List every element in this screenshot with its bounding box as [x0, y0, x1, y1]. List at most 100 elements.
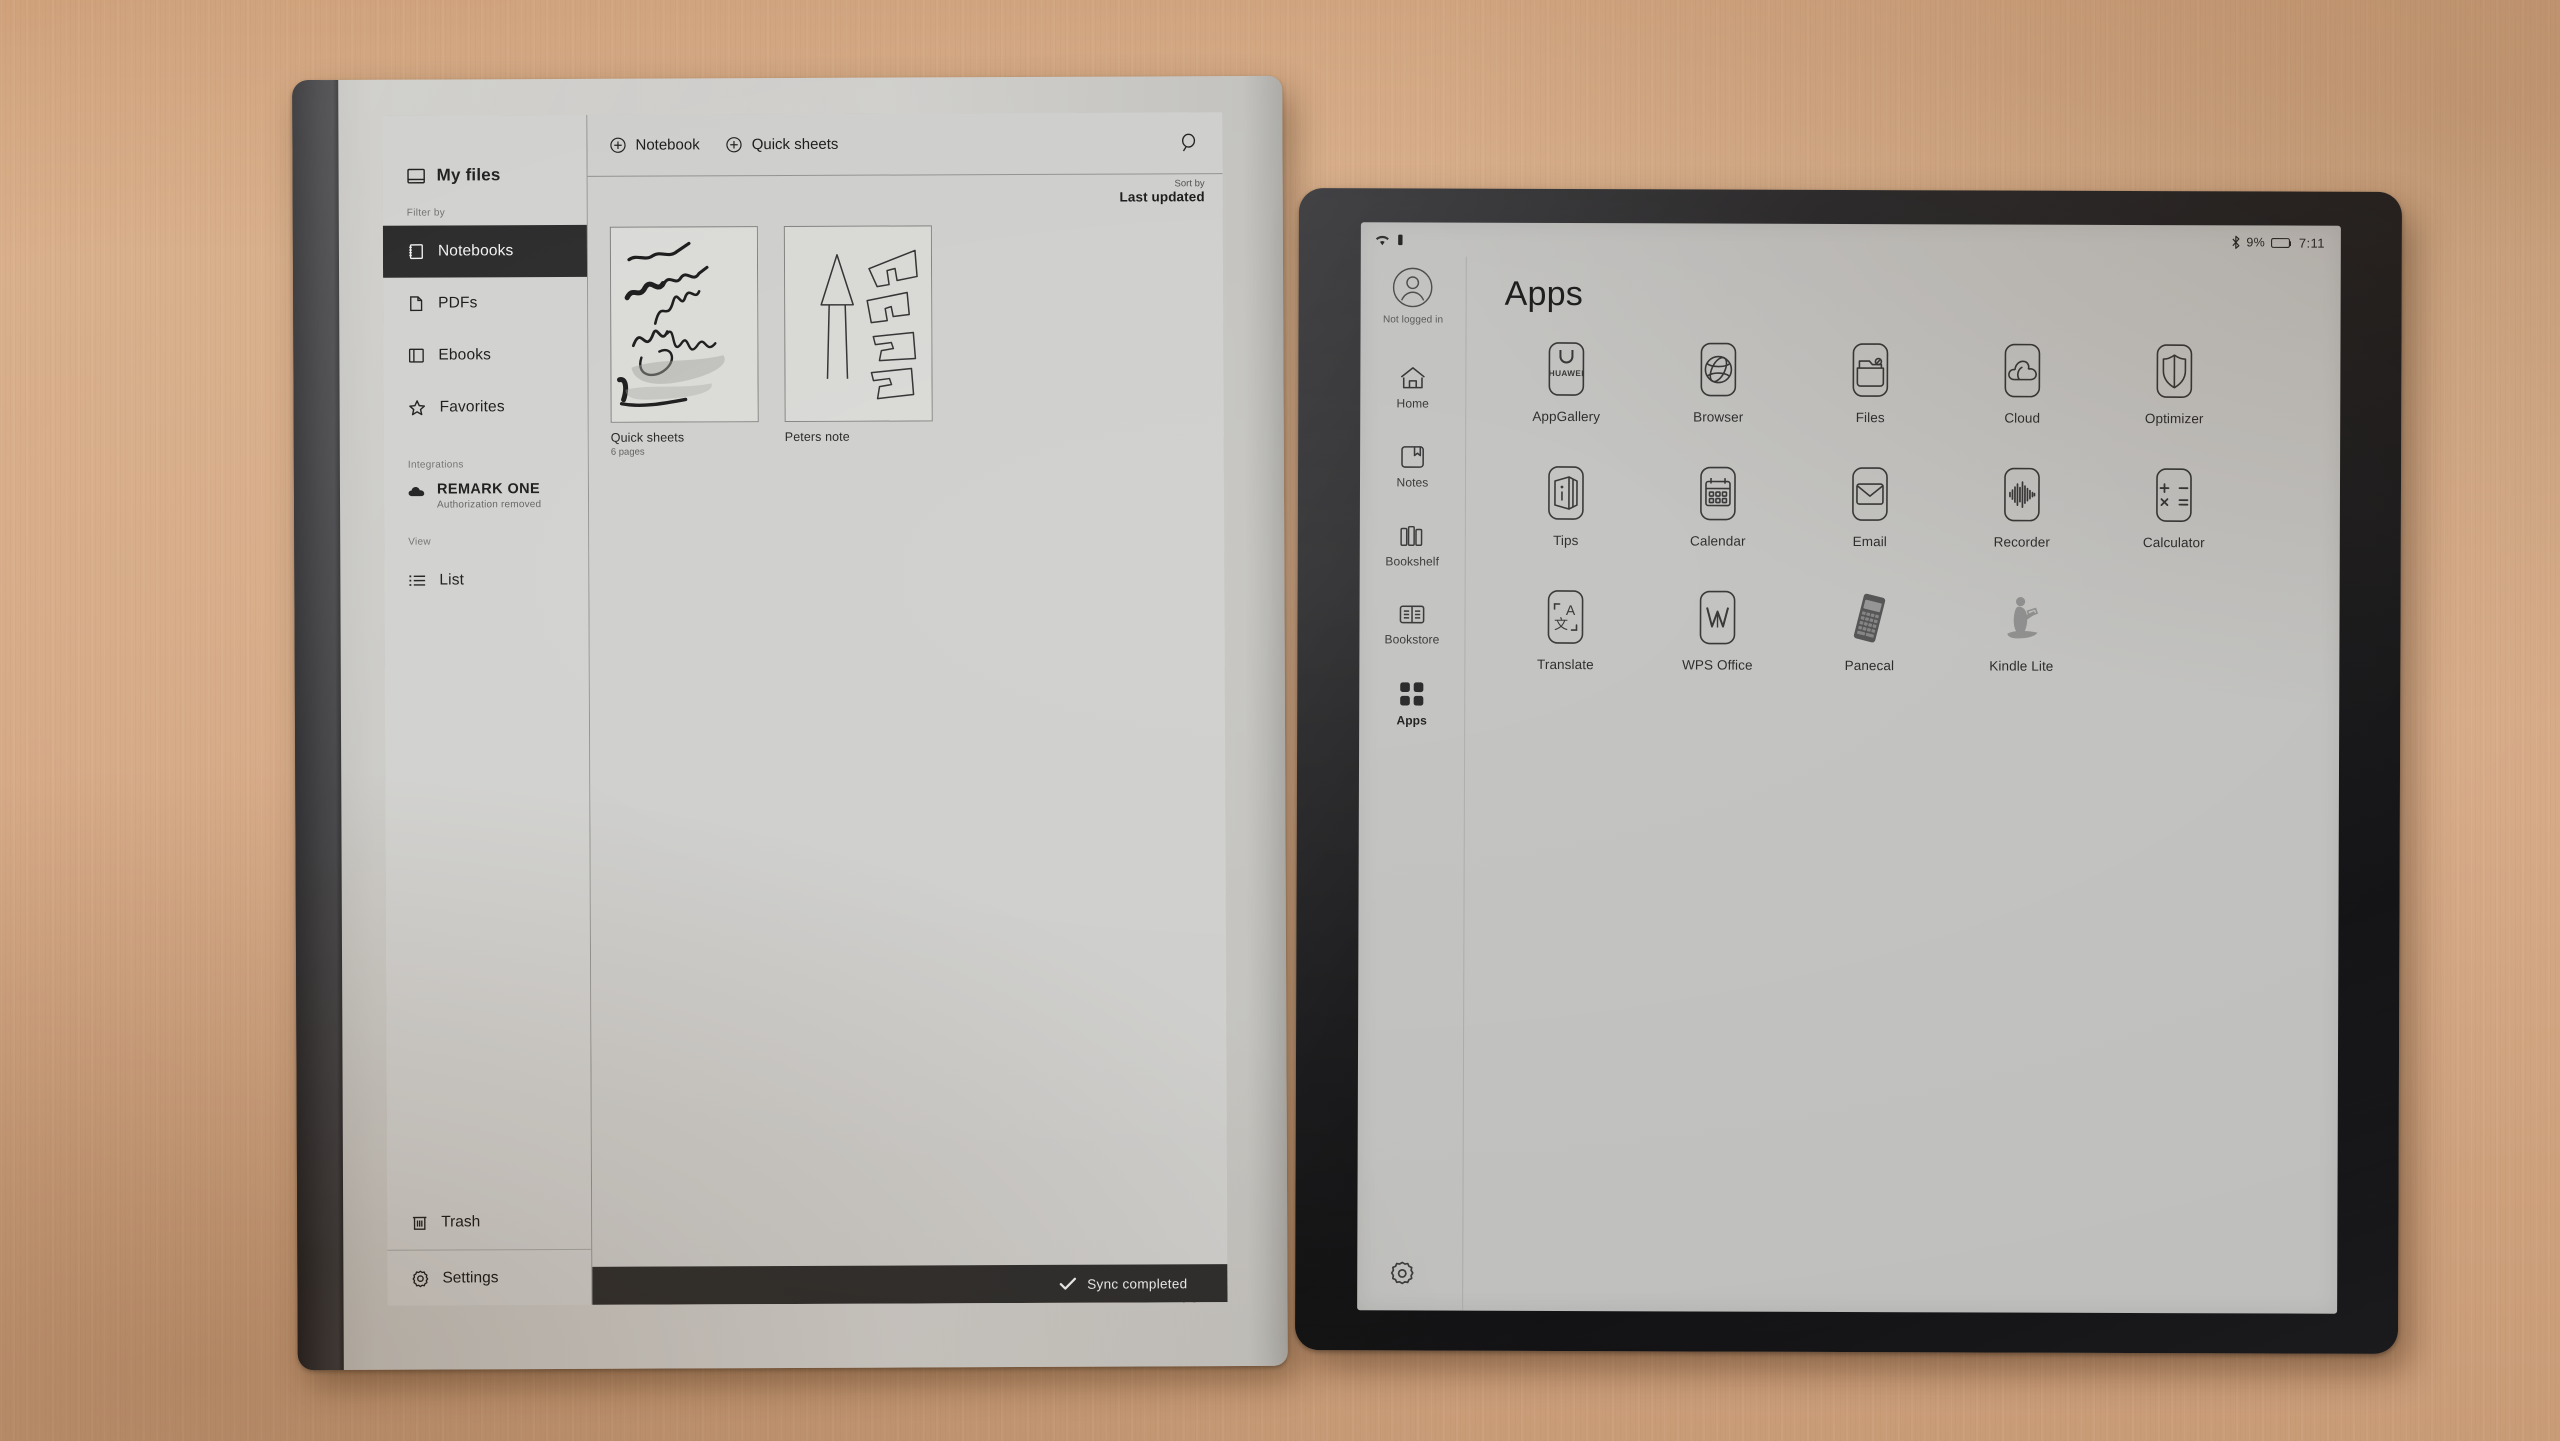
app-tile-translate[interactable]: A 文 Translate — [1503, 588, 1627, 672]
remarkable-sidebar: My files Filter by Notebooks PDFs Ebooks… — [382, 114, 593, 1306]
notes-icon — [1400, 444, 1425, 469]
sidebar-item-apps[interactable]: Apps — [1396, 680, 1427, 728]
document-thumbnail — [609, 226, 759, 423]
recorder-waveform-icon — [1993, 466, 2051, 524]
desk-scene: My files Filter by Notebooks PDFs Ebooks… — [0, 0, 2560, 1441]
bookstore-icon — [1399, 602, 1426, 626]
battery-percent: 9% — [2246, 235, 2265, 250]
sync-status-label: Sync completed — [1087, 1275, 1188, 1292]
checkmark-icon — [1059, 1277, 1076, 1291]
sidebar-item-settings[interactable]: Settings — [387, 1248, 592, 1306]
huawei-matepad-device: 9% 7:11 Not logged in Home Notes Bookshe… — [1294, 188, 2403, 1354]
files-folder-icon — [1841, 341, 1899, 399]
signal-bar-icon — [1397, 233, 1404, 246]
app-label: Browser — [1693, 409, 1744, 425]
app-label: Calculator — [2142, 535, 2205, 551]
new-notebook-button[interactable]: Notebook — [609, 136, 700, 154]
sidebar-item-my-files[interactable]: My files — [382, 115, 586, 208]
remarkable-screen: My files Filter by Notebooks PDFs Ebooks… — [382, 112, 1228, 1306]
app-tile-files[interactable]: Files — [1808, 341, 1932, 425]
sidebar-item-favorites-label: Favorites — [439, 398, 505, 416]
calculator-icon — [2145, 466, 2203, 524]
optimizer-shield-icon — [2145, 342, 2203, 400]
huawei-content: Apps HUAWEI AppGallery Browser Files Clo… — [1463, 257, 2341, 1314]
translate-icon: A 文 — [1536, 588, 1594, 646]
cloud-icon — [408, 485, 425, 498]
settings-button[interactable] — [1389, 1260, 1415, 1286]
account-button[interactable]: Not logged in — [1382, 266, 1444, 326]
app-tile-wps-office[interactable]: WPS Office — [1655, 588, 1779, 673]
app-tile-calendar[interactable]: Calendar — [1656, 464, 1780, 549]
svg-text:A: A — [1566, 602, 1576, 618]
home-icon — [1399, 365, 1426, 390]
sidebar-item-notebooks-label: Notebooks — [437, 242, 514, 260]
app-tile-browser[interactable]: Browser — [1656, 340, 1780, 425]
sidebar-item-bookshelf-label: Bookshelf — [1385, 554, 1440, 569]
app-tile-tips[interactable]: Tips — [1504, 464, 1628, 548]
filter-by-label: Filter by — [406, 207, 446, 219]
new-quick-sheets-label: Quick sheets — [751, 135, 839, 154]
document-title: Peters note — [784, 429, 850, 445]
sync-status-bar: Sync completed — [592, 1264, 1228, 1305]
sidebar-item-home[interactable]: Home — [1397, 365, 1430, 411]
app-tile-appgallery[interactable]: HUAWEI AppGallery — [1504, 340, 1628, 424]
remark-one-name: REMARK ONE — [436, 481, 541, 498]
account-label: Not logged in — [1382, 314, 1444, 326]
app-label: Email — [1852, 534, 1887, 550]
document-thumbnail — [783, 225, 933, 423]
sort-row: Sort by Last updated — [588, 174, 1223, 221]
huawei-body: Not logged in Home Notes Bookshelf Books… — [1357, 256, 2341, 1313]
huawei-screen: 9% 7:11 Not logged in Home Notes Bookshe… — [1357, 222, 2341, 1314]
app-tile-kindle-lite[interactable]: Kindle Lite — [1959, 589, 2083, 674]
sidebar-item-ebooks[interactable]: Ebooks — [383, 329, 587, 382]
app-label: Cloud — [2004, 410, 2041, 426]
app-tile-recorder[interactable]: Recorder — [1960, 465, 2084, 550]
document-grid: Quick sheets 6 pages Peters note — [588, 218, 1224, 1306]
sidebar-item-favorites[interactable]: Favorites — [384, 381, 588, 434]
sidebar-item-pdfs[interactable]: PDFs — [383, 277, 587, 330]
sidebar-item-bookshelf[interactable]: Bookshelf — [1385, 523, 1440, 569]
app-tile-email[interactable]: Email — [1808, 465, 1932, 549]
trash-label: Trash — [441, 1213, 481, 1231]
bookshelf-icon — [1399, 523, 1425, 548]
sidebar-item-pdfs-label: PDFs — [438, 294, 478, 312]
sort-by-control[interactable]: Sort by Last updated — [1119, 178, 1204, 205]
email-envelope-icon — [1841, 465, 1899, 523]
app-tile-optimizer[interactable]: Optimizer — [2112, 342, 2236, 426]
sidebar-item-notes[interactable]: Notes — [1397, 444, 1429, 490]
document-card[interactable]: Peters note — [783, 225, 1201, 1306]
avatar-icon — [1392, 266, 1434, 308]
app-label: Files — [1855, 410, 1885, 426]
app-tile-panecal[interactable]: Panecal — [1807, 589, 1931, 673]
search-button[interactable] — [1178, 132, 1200, 154]
svg-text:文: 文 — [1554, 617, 1568, 633]
plus-circle-icon — [726, 136, 743, 153]
document-title: Quick sheets — [610, 430, 685, 445]
gear-icon — [1389, 1260, 1415, 1286]
app-tile-calculator[interactable]: Calculator — [2112, 466, 2236, 550]
svg-text:HUAWEI: HUAWEI — [1549, 369, 1584, 378]
new-quick-sheets-button[interactable]: Quick sheets — [726, 135, 839, 154]
wps-office-icon — [1688, 588, 1746, 646]
app-label: Optimizer — [2144, 411, 2204, 427]
app-tile-cloud[interactable]: Cloud — [1960, 341, 2084, 426]
document-meta: 6 pages — [610, 446, 645, 458]
document-card[interactable]: Quick sheets 6 pages — [609, 226, 759, 458]
sidebar-item-view-list[interactable]: List — [384, 554, 588, 607]
sidebar-item-remark-one[interactable]: REMARK ONE Authorization removed — [384, 477, 588, 511]
sidebar-item-bookstore[interactable]: Bookstore — [1384, 602, 1439, 647]
kindle-lite-icon — [1992, 590, 2050, 648]
integrations-label: Integrations — [407, 459, 464, 471]
sidebar-item-apps-label: Apps — [1396, 713, 1427, 728]
wifi-icon — [1375, 233, 1390, 246]
sidebar-item-notebooks[interactable]: Notebooks — [382, 224, 588, 278]
status-clock: 7:11 — [2298, 235, 2325, 251]
huawei-sidebar-nav: Not logged in Home Notes Bookshelf Books… — [1357, 256, 1467, 1311]
sidebar-item-trash[interactable]: Trash — [387, 1195, 591, 1250]
my-files-icon — [407, 166, 426, 185]
app-label: Recorder — [1993, 534, 2050, 550]
battery-icon — [2271, 236, 2293, 249]
sort-by-value: Last updated — [1119, 189, 1205, 205]
notebook-icon — [407, 243, 425, 261]
